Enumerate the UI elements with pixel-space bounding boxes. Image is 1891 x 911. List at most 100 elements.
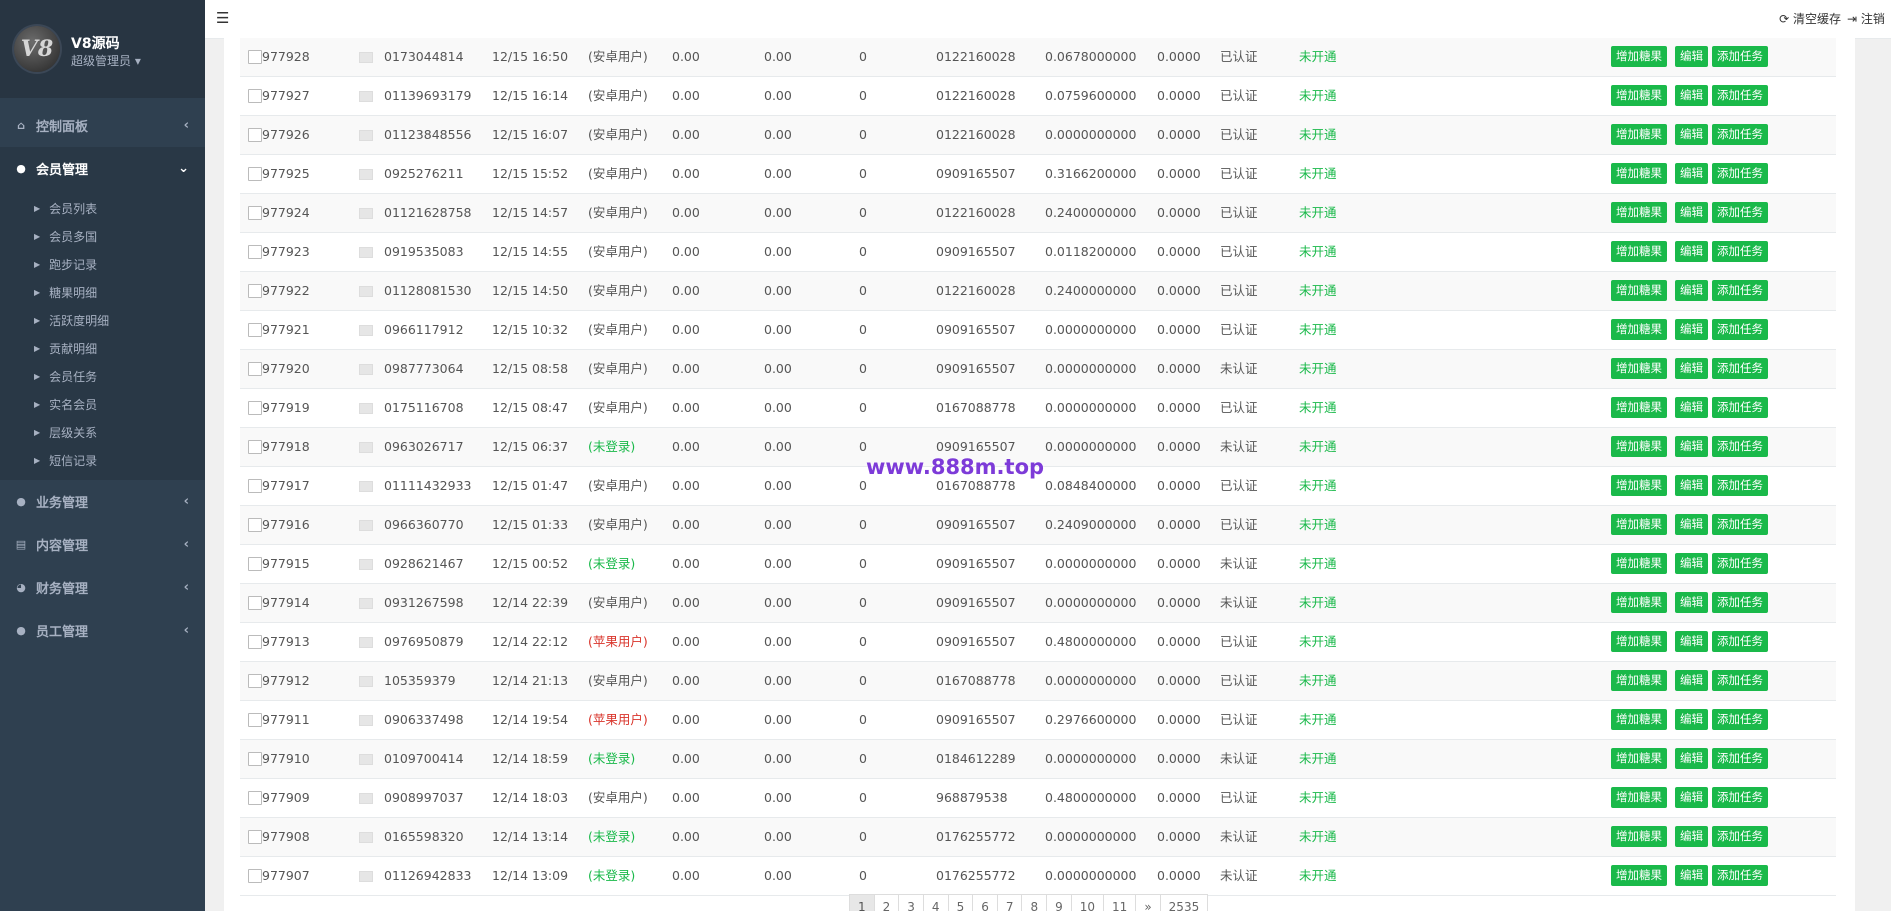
edit-button[interactable]: 编辑 (1675, 319, 1708, 340)
row-checkbox[interactable] (248, 713, 262, 727)
row-checkbox[interactable] (248, 128, 262, 142)
edit-button[interactable]: 编辑 (1675, 358, 1708, 379)
submenu-candy-details[interactable]: ▶ 糖果明细 (0, 278, 205, 306)
add-task-button[interactable]: 添加任务 (1712, 553, 1768, 574)
logout-button[interactable]: ⇥ 注销 (1847, 10, 1891, 27)
row-checkbox[interactable] (248, 362, 262, 376)
page-link[interactable]: » (1135, 894, 1161, 911)
add-task-button[interactable]: 添加任务 (1712, 631, 1768, 652)
add-task-button[interactable]: 添加任务 (1712, 241, 1768, 262)
add-task-button[interactable]: 添加任务 (1712, 826, 1768, 847)
add-candy-button[interactable]: 增加糖果 (1611, 514, 1667, 535)
add-task-button[interactable]: 添加任务 (1712, 436, 1768, 457)
add-candy-button[interactable]: 增加糖果 (1611, 163, 1667, 184)
add-task-button[interactable]: 添加任务 (1712, 865, 1768, 886)
add-candy-button[interactable]: 增加糖果 (1611, 358, 1667, 379)
add-candy-button[interactable]: 增加糖果 (1611, 319, 1667, 340)
row-checkbox[interactable] (248, 635, 262, 649)
edit-button[interactable]: 编辑 (1675, 163, 1708, 184)
add-candy-button[interactable]: 增加糖果 (1611, 397, 1667, 418)
submenu-member-tasks[interactable]: ▶ 会员任务 (0, 362, 205, 390)
row-checkbox[interactable] (248, 167, 262, 181)
add-candy-button[interactable]: 增加糖果 (1611, 124, 1667, 145)
add-candy-button[interactable]: 增加糖果 (1611, 46, 1667, 67)
edit-button[interactable]: 编辑 (1675, 397, 1708, 418)
add-task-button[interactable]: 添加任务 (1712, 319, 1768, 340)
add-task-button[interactable]: 添加任务 (1712, 124, 1768, 145)
nav-finance-management[interactable]: ◕ 财务管理 ‹ (0, 566, 205, 609)
add-task-button[interactable]: 添加任务 (1712, 163, 1768, 184)
edit-button[interactable]: 编辑 (1675, 631, 1708, 652)
add-candy-button[interactable]: 增加糖果 (1611, 280, 1667, 301)
page-link[interactable]: 7 (996, 894, 1023, 911)
add-task-button[interactable]: 添加任务 (1712, 202, 1768, 223)
page-link[interactable]: 11 (1103, 894, 1137, 911)
admin-role-dropdown[interactable]: 超级管理员 ▾ (71, 52, 141, 69)
add-task-button[interactable]: 添加任务 (1712, 46, 1768, 67)
nav-staff-management[interactable]: ● 员工管理 ‹ (0, 609, 205, 652)
edit-button[interactable]: 编辑 (1675, 592, 1708, 613)
page-link[interactable]: 9 (1046, 894, 1072, 911)
add-task-button[interactable]: 添加任务 (1712, 475, 1768, 496)
page-link[interactable]: 1 (849, 894, 875, 911)
edit-button[interactable]: 编辑 (1675, 748, 1708, 769)
add-candy-button[interactable]: 增加糖果 (1611, 85, 1667, 106)
edit-button[interactable]: 编辑 (1675, 865, 1708, 886)
add-candy-button[interactable]: 增加糖果 (1611, 631, 1667, 652)
row-checkbox[interactable] (248, 674, 262, 688)
add-candy-button[interactable]: 增加糖果 (1611, 436, 1667, 457)
row-checkbox[interactable] (248, 50, 262, 64)
row-checkbox[interactable] (248, 89, 262, 103)
row-checkbox[interactable] (248, 830, 262, 844)
add-candy-button[interactable]: 增加糖果 (1611, 592, 1667, 613)
add-candy-button[interactable]: 增加糖果 (1611, 241, 1667, 262)
row-checkbox[interactable] (248, 206, 262, 220)
add-task-button[interactable]: 添加任务 (1712, 280, 1768, 301)
edit-button[interactable]: 编辑 (1675, 280, 1708, 301)
add-task-button[interactable]: 添加任务 (1712, 670, 1768, 691)
add-task-button[interactable]: 添加任务 (1712, 85, 1768, 106)
page-link[interactable]: 3 (898, 894, 924, 911)
add-task-button[interactable]: 添加任务 (1712, 397, 1768, 418)
submenu-hierarchy[interactable]: ▶ 层级关系 (0, 418, 205, 446)
submenu-member-multi-country[interactable]: ▶ 会员多国 (0, 222, 205, 250)
add-candy-button[interactable]: 增加糖果 (1611, 826, 1667, 847)
row-checkbox[interactable] (248, 245, 262, 259)
add-task-button[interactable]: 添加任务 (1712, 592, 1768, 613)
row-checkbox[interactable] (248, 323, 262, 337)
page-link[interactable]: 2 (873, 894, 900, 911)
page-link[interactable]: 10 (1070, 894, 1105, 911)
edit-button[interactable]: 编辑 (1675, 670, 1708, 691)
row-checkbox[interactable] (248, 284, 262, 298)
row-checkbox[interactable] (248, 869, 262, 883)
add-candy-button[interactable]: 增加糖果 (1611, 670, 1667, 691)
menu-toggle-icon[interactable]: ☰ (216, 9, 229, 27)
edit-button[interactable]: 编辑 (1675, 787, 1708, 808)
page-link[interactable]: 6 (972, 894, 998, 911)
edit-button[interactable]: 编辑 (1675, 475, 1708, 496)
add-task-button[interactable]: 添加任务 (1712, 748, 1768, 769)
add-task-button[interactable]: 添加任务 (1712, 709, 1768, 730)
add-task-button[interactable]: 添加任务 (1712, 514, 1768, 535)
add-candy-button[interactable]: 增加糖果 (1611, 748, 1667, 769)
add-candy-button[interactable]: 增加糖果 (1611, 787, 1667, 808)
nav-content-management[interactable]: ▤ 内容管理 ‹ (0, 523, 205, 566)
page-link[interactable]: 4 (922, 894, 949, 911)
edit-button[interactable]: 编辑 (1675, 826, 1708, 847)
row-checkbox[interactable] (248, 752, 262, 766)
row-checkbox[interactable] (248, 791, 262, 805)
submenu-activity-details[interactable]: ▶ 活跃度明细 (0, 306, 205, 334)
edit-button[interactable]: 编辑 (1675, 46, 1708, 67)
row-checkbox[interactable] (248, 596, 262, 610)
page-link[interactable]: 8 (1021, 894, 1048, 911)
submenu-run-records[interactable]: ▶ 跑步记录 (0, 250, 205, 278)
add-task-button[interactable]: 添加任务 (1712, 787, 1768, 808)
row-checkbox[interactable] (248, 518, 262, 532)
add-task-button[interactable]: 添加任务 (1712, 358, 1768, 379)
add-candy-button[interactable]: 增加糖果 (1611, 202, 1667, 223)
nav-member-management[interactable]: ● 会员管理 ⌄ (0, 147, 205, 190)
row-checkbox[interactable] (248, 401, 262, 415)
nav-dashboard[interactable]: ⌂ 控制面板 ‹ (0, 104, 205, 147)
edit-button[interactable]: 编辑 (1675, 202, 1708, 223)
submenu-member-list[interactable]: ▶ 会员列表 (0, 194, 205, 222)
